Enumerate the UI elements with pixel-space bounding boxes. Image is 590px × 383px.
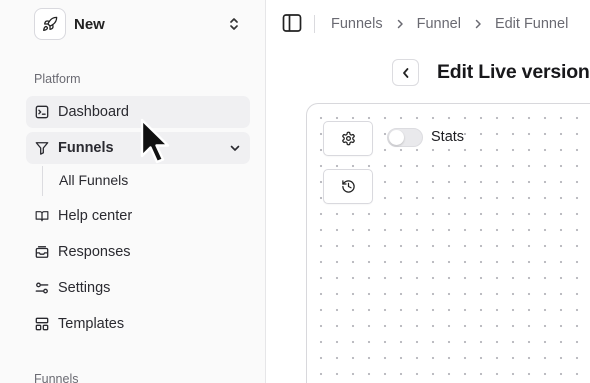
chevron-down-icon[interactable] — [228, 141, 242, 155]
sidebar: New Platform Dashboard Funnels All Funne… — [0, 0, 266, 383]
sidebar-item-label: Funnels — [58, 139, 114, 156]
sidebar-item-dashboard[interactable]: Dashboard — [26, 96, 250, 128]
history-button[interactable] — [323, 169, 373, 204]
breadcrumb: Funnels Funnel Edit Funnel — [331, 15, 568, 33]
chevrons-up-down-icon[interactable] — [226, 15, 242, 33]
sidebar-item-responses[interactable]: Responses — [26, 236, 250, 268]
sidebar-item-label: Help center — [58, 207, 133, 224]
top-bar: Funnels Funnel Edit Funnel — [266, 0, 590, 48]
funnels-group-label: Funnels — [34, 372, 79, 383]
sidebar-toggle-icon[interactable] — [282, 13, 302, 33]
breadcrumb-funnels[interactable]: Funnels — [331, 15, 383, 33]
gear-icon — [341, 131, 356, 146]
page-title: Edit Live version — [437, 61, 590, 83]
toggle-knob — [389, 130, 404, 145]
chevron-left-icon — [401, 67, 411, 79]
team-name: New — [74, 15, 105, 33]
stats-label: Stats — [431, 129, 465, 145]
sidebar-item-help-center[interactable]: Help center — [26, 200, 250, 232]
layout-icon — [35, 317, 49, 331]
back-button[interactable] — [392, 59, 419, 86]
sliders-icon — [35, 281, 49, 295]
funnel-icon — [35, 141, 49, 155]
dashboard-icon — [35, 105, 49, 119]
breadcrumb-edit-funnel: Edit Funnel — [494, 16, 569, 32]
submenu-divider — [42, 166, 43, 196]
sidebar-item-label: Responses — [58, 243, 131, 260]
sidebar-subitem-all-funnels[interactable]: All Funnels — [48, 166, 238, 194]
chevron-right-icon — [471, 17, 485, 31]
stats-toggle[interactable] — [387, 128, 423, 147]
settings-button[interactable] — [323, 121, 373, 156]
sidebar-item-settings[interactable]: Settings — [26, 272, 250, 304]
header-divider — [314, 15, 315, 33]
inbox-icon — [35, 245, 49, 259]
book-icon — [35, 209, 49, 223]
history-icon — [341, 179, 356, 194]
team-switcher[interactable]: New — [26, 6, 250, 42]
sidebar-item-funnels[interactable]: Funnels — [26, 132, 250, 164]
sidebar-item-label: Dashboard — [58, 103, 129, 120]
sidebar-item-label: Settings — [58, 279, 111, 296]
sidebar-item-label: Templates — [58, 315, 125, 332]
sidebar-item-templates[interactable]: Templates — [26, 308, 250, 340]
rocket-icon — [34, 8, 66, 40]
platform-group-label: Platform — [34, 72, 81, 86]
chevron-right-icon — [393, 17, 407, 31]
breadcrumb-funnel[interactable]: Funnel — [417, 15, 461, 33]
